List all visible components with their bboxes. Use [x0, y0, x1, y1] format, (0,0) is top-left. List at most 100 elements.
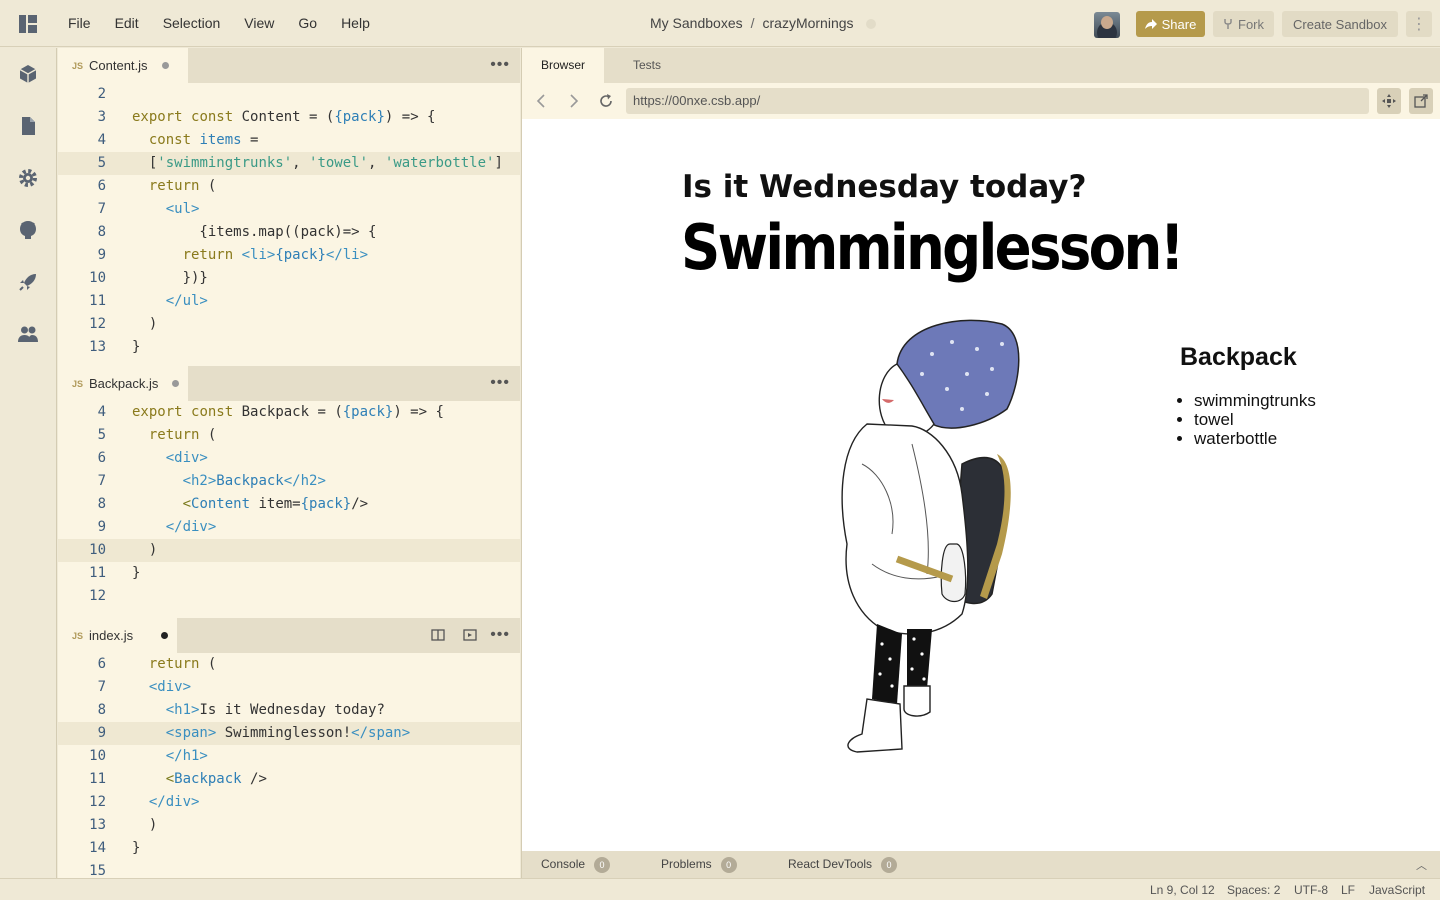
code-line[interactable]: 7 <h2>Backpack</h2> [58, 470, 520, 493]
content-code-editor[interactable]: 2 3 export const Content = ({pack}) => {4 … [58, 83, 520, 366]
avatar[interactable] [1094, 12, 1120, 38]
menu-go[interactable]: Go [286, 0, 329, 47]
code-line[interactable]: 8 {items.map((pack)=> { [58, 221, 520, 244]
content-pane-header: JS Content.js ••• [58, 48, 520, 83]
share-button[interactable]: Share [1136, 11, 1205, 37]
code-line[interactable]: 7 <ul> [58, 198, 520, 221]
encoding[interactable]: UTF-8 [1294, 879, 1328, 900]
line-number: 13 [89, 817, 106, 833]
code-text: ['swimmingtrunks', 'towel', 'waterbottle… [132, 155, 503, 171]
code-line[interactable]: 9 </div> [58, 516, 520, 539]
code-line[interactable]: 10 })} [58, 267, 520, 290]
code-text: <h2>Backpack</h2> [182, 473, 326, 489]
react-devtools-count-badge: 0 [881, 856, 898, 873]
inspect-button[interactable] [1377, 88, 1401, 114]
pane-more-icon[interactable]: ••• [490, 56, 510, 74]
forward-icon[interactable] [564, 92, 582, 110]
line-number: 8 [97, 224, 106, 240]
menu-help[interactable]: Help [329, 0, 382, 47]
code-line[interactable]: 13} [58, 336, 520, 359]
code-line[interactable]: 11} [58, 562, 520, 585]
line-number: 9 [97, 725, 106, 741]
github-icon[interactable] [17, 219, 39, 241]
code-line[interactable]: 8 <Content item={pack}/> [58, 493, 520, 516]
file-icon[interactable] [17, 115, 39, 137]
refresh-icon[interactable] [597, 92, 615, 110]
code-line[interactable]: 9 <span> Swimminglesson!</span> [58, 722, 520, 745]
code-line[interactable]: 4 const items = [58, 129, 520, 152]
line-number: 9 [97, 519, 106, 535]
saved-status-icon [865, 18, 876, 29]
line-number: 11 [89, 293, 106, 309]
fork-button[interactable]: Fork [1213, 11, 1274, 37]
tab-tests[interactable]: Tests [614, 48, 680, 83]
pane-more-icon[interactable]: ••• [490, 626, 510, 644]
line-number: 11 [89, 771, 106, 787]
codesandbox-logo-icon[interactable] [19, 15, 37, 33]
language-mode[interactable]: JavaScript [1369, 879, 1425, 900]
code-line[interactable]: 12 </div> [58, 791, 520, 814]
tab-content-js[interactable]: JS Content.js [58, 48, 188, 83]
code-line[interactable]: 7 <div> [58, 676, 520, 699]
open-new-window-button[interactable] [1409, 88, 1433, 114]
menu-file[interactable]: File [56, 0, 103, 47]
code-line[interactable]: 15 [58, 860, 520, 878]
code-line[interactable]: 11 </ul> [58, 290, 520, 313]
react-devtools-tab[interactable]: React DevTools 0 [788, 851, 898, 878]
indentation[interactable]: Spaces: 2 [1227, 879, 1280, 900]
code-line[interactable]: 12 [58, 585, 520, 608]
code-line[interactable]: 6 return ( [58, 653, 520, 676]
code-line[interactable]: 6 <div> [58, 447, 520, 470]
code-line[interactable]: 2 [58, 83, 520, 106]
preview-icon[interactable] [463, 628, 477, 642]
code-line[interactable]: 3 export const Content = ({pack}) => { [58, 106, 520, 129]
gear-icon[interactable] [17, 167, 39, 189]
url-input[interactable]: https://00nxe.csb.app/ [626, 88, 1369, 114]
breadcrumb: My Sandboxes / crazyMornings [650, 0, 876, 47]
code-line[interactable]: 10 ) [58, 539, 520, 562]
code-line[interactable]: 11 <Backpack /> [58, 768, 520, 791]
code-line[interactable]: 9 return <li>{pack}</li> [58, 244, 520, 267]
back-icon[interactable] [533, 92, 551, 110]
create-sandbox-label: Create Sandbox [1293, 16, 1387, 32]
code-text: </h1> [165, 748, 208, 764]
users-icon[interactable] [17, 323, 39, 345]
create-sandbox-button[interactable]: Create Sandbox [1282, 11, 1398, 37]
tab-backpack-js[interactable]: JS Backpack.js [58, 366, 188, 401]
chevron-up-icon[interactable]: ︿ [1416, 857, 1427, 873]
unsaved-dot-icon [161, 62, 169, 69]
code-line[interactable]: 12 ) [58, 313, 520, 336]
split-editor-icon[interactable] [431, 628, 445, 642]
problems-tab[interactable]: Problems 0 [661, 851, 737, 878]
line-number: 10 [89, 748, 106, 764]
pane-more-icon[interactable]: ••• [490, 374, 510, 392]
cursor-position[interactable]: Ln 9, Col 12 [1150, 879, 1215, 900]
index-code-editor[interactable]: 6 return (7 <div> 8 <h1>Is it Wednesday t… [58, 653, 520, 878]
code-line[interactable]: 13 ) [58, 814, 520, 837]
code-line[interactable]: 4 export const Backpack = ({pack}) => { [58, 401, 520, 424]
code-line[interactable]: 10 </h1> [58, 745, 520, 768]
console-tab[interactable]: Console 0 [541, 851, 611, 878]
tab-index-js[interactable]: JS index.js [58, 618, 177, 653]
backpack-code-editor[interactable]: 4 export const Backpack = ({pack}) => {5 … [58, 401, 520, 618]
more-menu-button[interactable]: ⋮ [1406, 11, 1432, 37]
code-line[interactable]: 8 <h1>Is it Wednesday today? [58, 699, 520, 722]
code-line[interactable]: 5 return ( [58, 424, 520, 447]
cube-icon[interactable] [17, 63, 39, 85]
child-illustration [841, 319, 1020, 753]
line-number: 13 [89, 339, 106, 355]
breadcrumb-parent[interactable]: My Sandboxes [650, 0, 743, 47]
sandbox-name[interactable]: crazyMornings [763, 0, 854, 47]
backpack-heading: Backpack [1180, 343, 1297, 371]
line-number: 5 [97, 155, 106, 171]
code-line[interactable]: 14} [58, 837, 520, 860]
tab-browser[interactable]: Browser [522, 48, 605, 83]
line-number: 5 [97, 427, 106, 443]
menu-selection[interactable]: Selection [151, 0, 233, 47]
menu-edit[interactable]: Edit [103, 0, 151, 47]
menu-view[interactable]: View [232, 0, 286, 47]
rocket-icon[interactable] [17, 271, 39, 293]
code-line[interactable]: 6 return ( [58, 175, 520, 198]
code-line[interactable]: 5 ['swimmingtrunks', 'towel', 'waterbott… [58, 152, 520, 175]
line-ending[interactable]: LF [1341, 879, 1355, 900]
